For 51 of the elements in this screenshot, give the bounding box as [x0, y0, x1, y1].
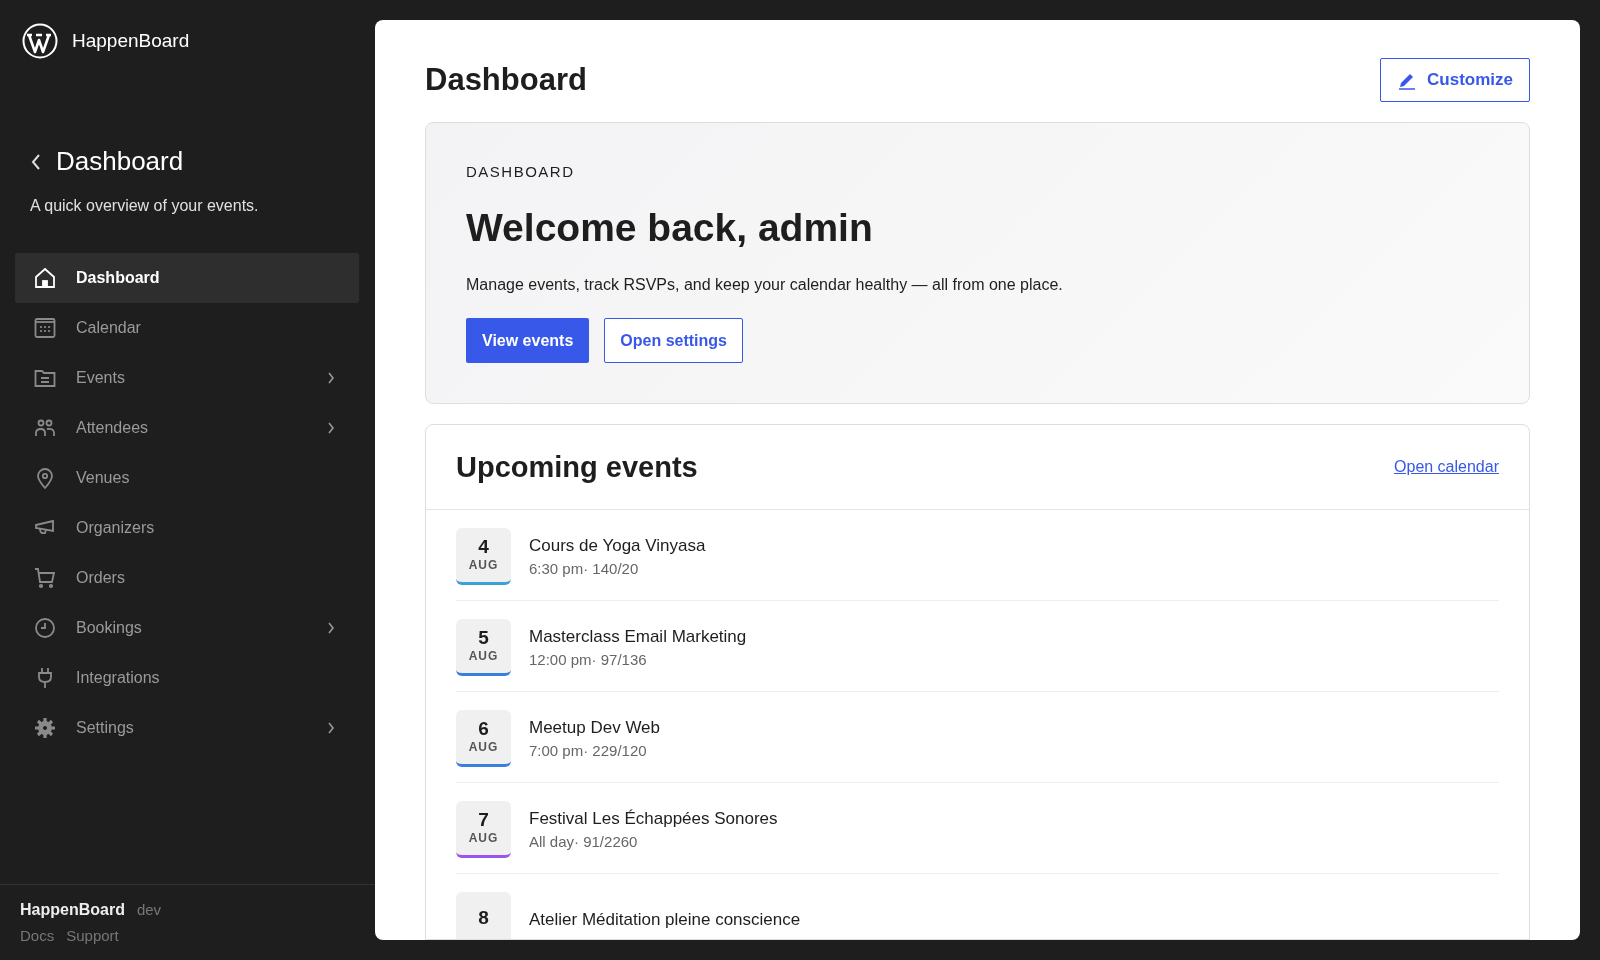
welcome-heading: Welcome back, admin — [466, 206, 874, 250]
event-title[interactable]: Cours de Yoga Vinyasa — [529, 535, 706, 556]
open-settings-button[interactable]: Open settings — [604, 318, 743, 363]
date-month: AUG — [468, 739, 499, 754]
environment-label: dev — [136, 901, 162, 918]
event-title[interactable]: Atelier Méditation pleine conscience — [529, 910, 801, 930]
event-meta: 12:00 pm· 97/136 — [529, 650, 648, 668]
date-day: 4 — [478, 537, 489, 558]
brand-name: HappenBoard — [72, 30, 190, 52]
nav-item[interactable]: Attendees — [15, 403, 359, 453]
clock-icon — [33, 616, 57, 640]
page-title: Dashboard — [425, 62, 587, 98]
open-calendar-link[interactable]: Open calendar — [1394, 458, 1499, 476]
event-title[interactable]: Meetup Dev Web — [529, 717, 661, 738]
eyebrow-label: DASHBOARD — [466, 163, 576, 180]
nav-item[interactable]: Orders — [15, 553, 359, 603]
date-day: 7 — [478, 810, 489, 831]
nav-item[interactable]: Organizers — [15, 503, 359, 553]
nav-item[interactable]: Events — [15, 353, 359, 403]
view-events-button[interactable]: View events — [466, 318, 590, 363]
logo-icon — [22, 23, 58, 59]
date-day: 5 — [478, 628, 489, 649]
settings-icon — [33, 716, 57, 740]
back-icon[interactable] — [30, 152, 42, 171]
cart-icon — [33, 566, 57, 590]
date-day: 6 — [478, 719, 489, 740]
event-title[interactable]: Festival Les Échappées Sonores — [529, 808, 778, 829]
event-meta: All day· 91/2260 — [529, 832, 639, 850]
nav-item[interactable]: Bookings — [15, 603, 359, 653]
nav-item[interactable]: Venues — [15, 453, 359, 503]
date-day: 8 — [478, 908, 489, 929]
event-meta: 7:00 pm· 229/120 — [529, 741, 648, 759]
card-title: Upcoming events — [456, 450, 698, 484]
section-title: Dashboard — [56, 146, 184, 177]
date-month: AUG — [468, 557, 499, 572]
footer-link[interactable]: Docs — [20, 927, 55, 944]
event-meta: 6:30 pm· 140/20 — [529, 559, 640, 577]
home-icon — [33, 266, 57, 290]
event-title[interactable]: Masterclass Email Marketing — [529, 626, 747, 647]
footer-brand: HappenBoard — [20, 901, 125, 919]
section-subtitle: A quick overview of your events. — [30, 197, 260, 215]
nav-item[interactable]: Integrations — [15, 653, 359, 703]
nav-item[interactable]: Settings — [15, 703, 359, 753]
customize-button[interactable]: Customize — [1380, 58, 1530, 102]
footer-link[interactable]: Support — [66, 927, 119, 944]
calendar-icon — [33, 316, 57, 340]
date-month: AUG — [468, 830, 499, 845]
date-month: AUG — [468, 648, 499, 663]
welcome-text: Manage events, track RSVPs, and keep your calendar healthy — all from one place. — [466, 276, 1064, 294]
nav-item[interactable]: Calendar — [15, 303, 359, 353]
nav-item[interactable]: Dashboard — [15, 253, 359, 303]
